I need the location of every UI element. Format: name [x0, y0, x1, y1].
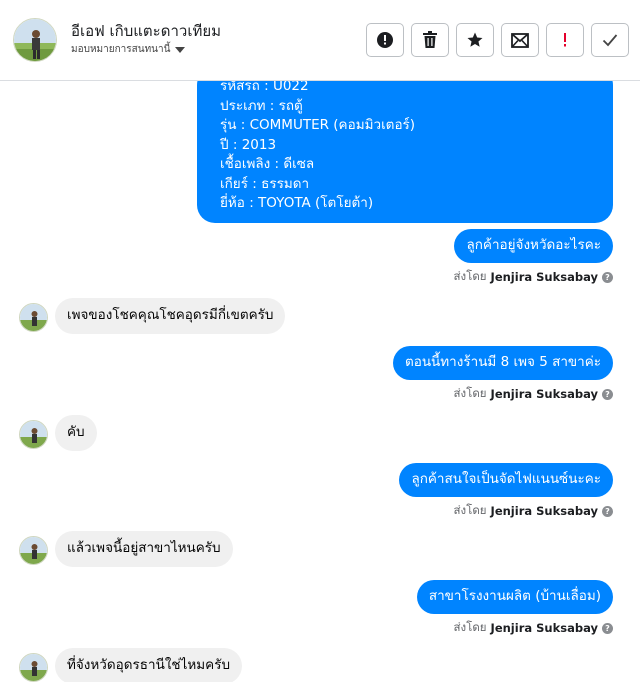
car-info-line: ประเภท : รถตู้ [220, 97, 303, 114]
caret-down-icon [175, 47, 186, 53]
star-icon [467, 32, 483, 47]
message-incoming: เพจของโชคคุณโชคอุดรมีกี่เขตครับ [55, 298, 286, 334]
help-icon[interactable]: ? [602, 622, 613, 634]
message-incoming: คับ [55, 415, 97, 451]
car-info-line: ปี : 2013 [220, 136, 277, 153]
sent-by-name[interactable]: Jenjira Suksabay [491, 621, 598, 635]
sent-by-prefix: ส่งโดย [453, 503, 487, 517]
contact-avatar-small[interactable] [19, 303, 48, 332]
sent-by-info: ส่งโดย Jenjira Suksabay ? [454, 502, 613, 520]
message-thread[interactable]: รหัสรถ : U022 ประเภท : รถตู้ รุ่น : COMM… [0, 81, 640, 682]
car-info-line: ยี่ห้อ : TOYOTA (โตโยต้า) [220, 195, 374, 211]
message-outgoing: สาขาโรงงานผลิต (บ้านเลื่อม) [416, 580, 613, 614]
done-button[interactable] [591, 23, 629, 57]
contact-name[interactable]: อีเอฟ เกิบแตะดาวเทียม [71, 19, 221, 43]
contact-avatar-small[interactable] [19, 536, 48, 565]
message-outgoing: ลูกค้าสนใจเป็นจัดไฟแนนซ์นะคะ [399, 463, 613, 497]
sent-by-prefix: ส่งโดย [453, 386, 487, 400]
sent-by-info: ส่งโดย Jenjira Suksabay ? [454, 268, 613, 286]
sent-by-prefix: ส่งโดย [453, 620, 487, 634]
help-icon[interactable]: ? [602, 505, 613, 517]
message-outgoing: ตอนนี้ทางร้านมี 8 เพจ 5 สาขาค่ะ [392, 346, 613, 380]
star-button[interactable] [456, 23, 494, 57]
sent-by-name[interactable]: Jenjira Suksabay [491, 387, 598, 401]
important-button[interactable] [546, 23, 584, 57]
sent-by-name[interactable]: Jenjira Suksabay [491, 270, 598, 284]
report-button[interactable] [366, 23, 404, 57]
check-icon [602, 34, 618, 47]
exclamation-icon [564, 33, 566, 47]
assign-conversation-label: มอบหมายการสนทนานี้ [71, 44, 171, 55]
contact-avatar-small[interactable] [19, 653, 48, 682]
message-incoming: ที่จังหวัดอุดรธานีใช่ไหมครับ [55, 648, 243, 682]
alert-circle-icon [377, 32, 393, 48]
car-info-line: รหัสรถ : U022 [220, 81, 309, 94]
car-info-line: เกียร์ : ธรรมดา [220, 175, 310, 192]
delete-button[interactable] [411, 23, 449, 57]
sent-by-name[interactable]: Jenjira Suksabay [491, 504, 598, 518]
sent-by-prefix: ส่งโดย [453, 269, 487, 283]
mark-unread-button[interactable] [501, 23, 539, 57]
help-icon[interactable]: ? [602, 271, 613, 283]
conversation-actions [366, 23, 629, 57]
trash-icon [423, 31, 437, 48]
contact-avatar[interactable] [13, 18, 57, 62]
conversation-header: อีเอฟ เกิบแตะดาวเทียม มอบหมายการสนทนานี้ [0, 0, 640, 81]
message-incoming: แล้วเพจนี้อยู่สาขาไหนครับ [55, 531, 233, 567]
sent-by-info: ส่งโดย Jenjira Suksabay ? [454, 619, 613, 637]
car-info-line: เชื้อเพลิง : ดีเซล [220, 156, 315, 172]
message-outgoing-car-info: รหัสรถ : U022 ประเภท : รถตู้ รุ่น : COMM… [197, 81, 613, 223]
message-outgoing: ลูกค้าอยู่จังหวัดอะไรคะ [454, 229, 613, 263]
contact-avatar-small[interactable] [19, 420, 48, 449]
help-icon[interactable]: ? [602, 388, 613, 400]
car-info-line: รุ่น : COMMUTER (คอมมิวเตอร์) [220, 117, 416, 133]
envelope-icon [511, 33, 529, 48]
sent-by-info: ส่งโดย Jenjira Suksabay ? [454, 385, 613, 403]
assign-conversation-dropdown[interactable]: มอบหมายการสนทนานี้ [71, 42, 186, 57]
